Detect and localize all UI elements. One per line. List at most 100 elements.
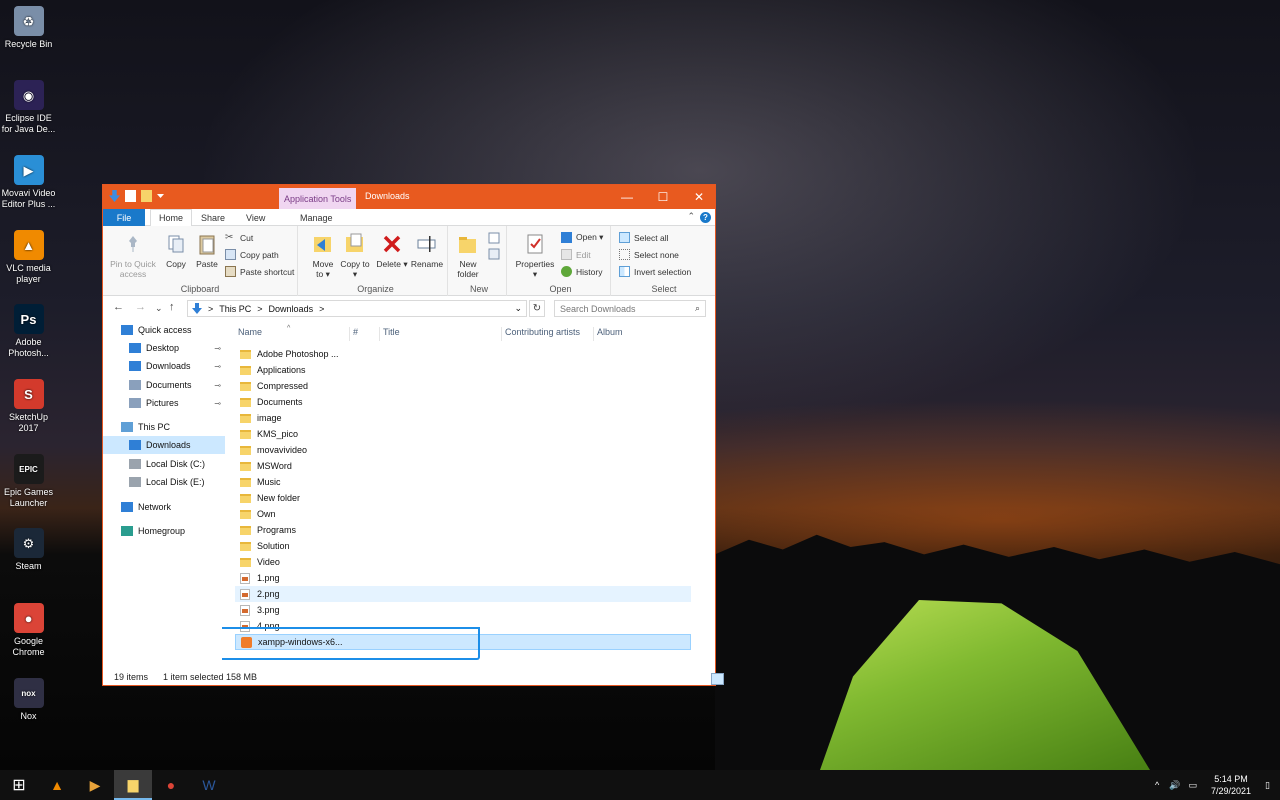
minimize-button[interactable]: —: [609, 187, 645, 207]
select-all-button[interactable]: Select all: [619, 232, 669, 243]
tab-manage[interactable]: Manage: [292, 209, 341, 226]
back-arrow-icon[interactable]: ←: [113, 301, 124, 313]
file-row[interactable]: Music: [235, 474, 691, 490]
file-row[interactable]: 2.png: [235, 586, 691, 602]
nav-item[interactable]: Documents ⊸: [103, 376, 225, 394]
breadcrumb-this-pc[interactable]: This PC: [219, 304, 251, 314]
up-arrow-icon[interactable]: ↑: [169, 301, 175, 313]
maximize-button[interactable]: ☐: [645, 187, 681, 207]
desktop-shortcut[interactable]: Ps Adobe Photosh...: [0, 304, 57, 359]
copy-path-button[interactable]: Copy path: [225, 249, 279, 260]
file-row[interactable]: Compressed: [235, 378, 691, 394]
taskbar-file-explorer-icon[interactable]: ▆: [114, 770, 152, 800]
pin-to-quick-access-button[interactable]: Pin to Quick access: [107, 232, 159, 279]
tab-home[interactable]: Home: [150, 209, 193, 227]
refresh-button[interactable]: ↻: [529, 300, 545, 317]
copy-to-button[interactable]: Copy to ▾: [340, 232, 370, 279]
file-row[interactable]: MSWord: [235, 458, 691, 474]
column-header-artists[interactable]: Contributing artists: [501, 327, 593, 341]
properties-button[interactable]: Properties ▾: [513, 232, 557, 279]
easy-access-button[interactable]: [484, 248, 504, 263]
tab-view[interactable]: View: [238, 209, 273, 226]
taskbar-chrome-icon[interactable]: ●: [152, 770, 190, 800]
delete-button[interactable]: Delete ▾: [376, 232, 408, 269]
desktop-shortcut[interactable]: ⚙ Steam: [0, 528, 57, 572]
nav-item[interactable]: Desktop ⊸: [103, 339, 225, 357]
file-row[interactable]: movavivideo: [235, 442, 691, 458]
start-button[interactable]: ⊞: [0, 770, 38, 800]
file-row[interactable]: Video: [235, 554, 691, 570]
desktop-shortcut[interactable]: ◉ Eclipse IDE for Java De...: [0, 80, 57, 135]
cut-button[interactable]: ✂ Cut: [225, 232, 253, 243]
copy-button[interactable]: Copy: [161, 232, 191, 269]
column-header-title[interactable]: Title: [379, 327, 499, 341]
open-button[interactable]: Open ▾: [561, 232, 603, 243]
move-to-button[interactable]: Move to ▾: [308, 232, 338, 279]
recent-locations-chevron-icon[interactable]: ⌄: [155, 303, 163, 314]
pin-icon[interactable]: ⊸: [214, 381, 221, 390]
clock[interactable]: 5:14 PM 7/29/2021: [1201, 773, 1261, 797]
desktop-shortcut[interactable]: S SketchUp 2017: [0, 379, 57, 434]
notification-icon[interactable]: ▯: [1261, 780, 1280, 791]
nav-item[interactable]: This PC: [103, 418, 225, 436]
tab-file[interactable]: File: [103, 209, 145, 226]
history-button[interactable]: History: [561, 266, 602, 277]
nav-item[interactable]: Downloads ⊸: [103, 357, 225, 375]
edit-button[interactable]: Edit: [561, 249, 591, 260]
taskbar-movavi-icon[interactable]: ▶: [76, 770, 114, 800]
search-input[interactable]: Search Downloads ⌕: [554, 300, 706, 317]
address-dropdown-icon[interactable]: ⌄: [514, 303, 522, 314]
invert-selection-button[interactable]: Invert selection: [619, 266, 691, 277]
file-row[interactable]: 1.png: [235, 570, 691, 586]
qat-dropdown-icon[interactable]: [157, 194, 164, 198]
desktop-shortcut[interactable]: ▶ Movavi Video Editor Plus ...: [0, 155, 57, 210]
help-icon[interactable]: ?: [700, 212, 711, 223]
nav-item[interactable]: Local Disk (E:): [103, 473, 225, 491]
tray-chevron-icon[interactable]: ^: [1149, 780, 1165, 790]
paste-button[interactable]: Paste: [193, 232, 221, 269]
new-folder-button[interactable]: New folder: [454, 232, 482, 279]
nav-item[interactable]: Network: [103, 498, 225, 516]
properties-check-icon[interactable]: [125, 190, 136, 202]
column-header-number[interactable]: #: [349, 327, 379, 341]
nav-item[interactable]: Local Disk (C:): [103, 455, 225, 473]
nav-item[interactable]: Downloads: [103, 436, 225, 454]
desktop-shortcut[interactable]: EPIC Epic Games Launcher: [0, 454, 57, 509]
taskbar-vlc-icon[interactable]: ▲: [38, 770, 76, 800]
file-row[interactable]: KMS_pico: [235, 426, 691, 442]
rename-button[interactable]: Rename: [410, 232, 444, 269]
file-row[interactable]: Solution: [235, 538, 691, 554]
breadcrumb-downloads[interactable]: Downloads: [269, 304, 314, 314]
pin-icon[interactable]: ⊸: [214, 362, 221, 371]
large-icons-view-button[interactable]: [711, 673, 724, 685]
select-none-button[interactable]: Select none: [619, 249, 679, 260]
title-bar[interactable]: Application Tools Downloads — ☐ ✕: [103, 185, 715, 209]
column-header-name[interactable]: Name ^: [235, 325, 349, 341]
collapse-ribbon-icon[interactable]: ⌃: [687, 211, 695, 222]
forward-arrow-icon[interactable]: →: [135, 301, 146, 313]
download-arrow-icon[interactable]: [109, 190, 120, 202]
nav-item[interactable]: Homegroup: [103, 522, 225, 540]
new-item-button[interactable]: [484, 232, 504, 247]
nav-item[interactable]: Quick access: [103, 321, 225, 339]
pin-icon[interactable]: ⊸: [214, 399, 221, 408]
desktop-shortcut[interactable]: ▲ VLC media player: [0, 230, 57, 285]
desktop-shortcut[interactable]: ● Google Chrome: [0, 603, 57, 658]
new-folder-qat-icon[interactable]: [141, 190, 152, 202]
file-row[interactable]: Own: [235, 506, 691, 522]
tab-share[interactable]: Share: [193, 209, 233, 226]
file-row[interactable]: Programs: [235, 522, 691, 538]
file-row[interactable]: image: [235, 410, 691, 426]
file-row[interactable]: Applications: [235, 362, 691, 378]
desktop-shortcut[interactable]: nox Nox: [0, 678, 57, 722]
paste-shortcut-button[interactable]: Paste shortcut: [225, 266, 294, 277]
column-header-album[interactable]: Album: [593, 327, 693, 341]
volume-icon[interactable]: 🔊: [1165, 780, 1184, 791]
file-row[interactable]: Adobe Photoshop ...: [235, 346, 691, 362]
close-button[interactable]: ✕: [681, 187, 717, 207]
network-tray-icon[interactable]: ▭: [1184, 780, 1201, 791]
pin-icon[interactable]: ⊸: [214, 344, 221, 353]
file-row[interactable]: New folder: [235, 490, 691, 506]
address-input[interactable]: > This PC > Downloads > ⌄: [187, 300, 527, 317]
file-row[interactable]: 3.png: [235, 602, 691, 618]
